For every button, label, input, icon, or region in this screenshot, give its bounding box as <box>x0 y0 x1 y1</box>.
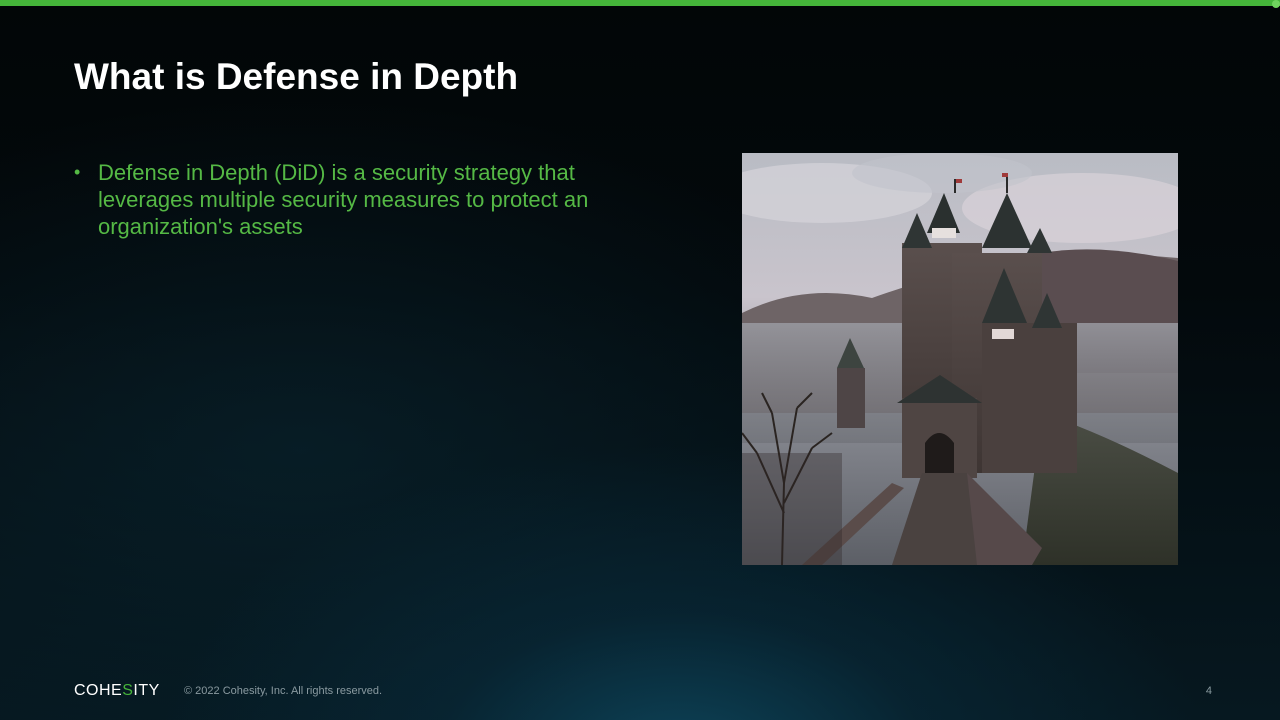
cohesity-logo: COHESITY <box>74 682 160 700</box>
copyright-notice: © 2022 Cohesity, Inc. All rights reserve… <box>184 685 383 697</box>
page-number: 4 <box>1205 685 1212 697</box>
bullet-text: Defense in Depth (DiD) is a security str… <box>98 160 589 239</box>
corner-indicator <box>1272 0 1280 8</box>
slide-title: What is Defense in Depth <box>74 56 519 97</box>
castle-photo <box>742 153 1178 565</box>
logo-text-part1: COHE <box>74 682 123 699</box>
logo-text-part2: ITY <box>133 682 160 699</box>
logo-accent-letter: S <box>122 682 134 699</box>
bullet-list: • Defense in Depth (DiD) is a security s… <box>74 159 634 240</box>
top-accent-bar <box>0 0 1280 6</box>
slide: What is Defense in Depth • Defense in De… <box>0 0 1280 720</box>
bullet-item: • Defense in Depth (DiD) is a security s… <box>74 159 634 240</box>
castle-image <box>742 153 1178 565</box>
bullet-marker: • <box>74 162 81 182</box>
